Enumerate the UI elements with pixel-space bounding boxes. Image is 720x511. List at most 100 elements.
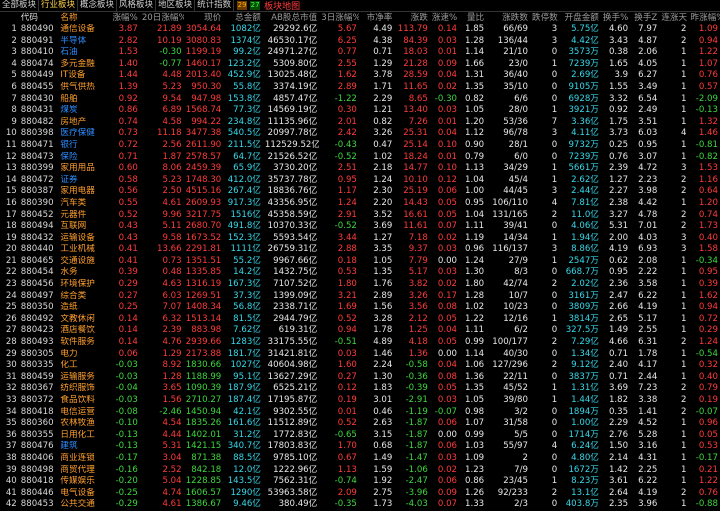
col-name-cell: 综合类 [60,290,87,301]
table-row[interactable]: 9 880482 房地产 0.74 4.58 994.22 234.8亿 11135.96亿 2… [0,117,720,129]
table-row[interactable]: 29 880305 电力 0.06 1.29 2173.88 181.7亿 31421.81亿… [0,349,720,361]
table-row[interactable]: 1 880490 通信设备 3.87 21.89 3054.64 1082亿 29292.6亿… [0,24,720,36]
table-row[interactable]: 12 880473 保险 0.71 1.87 2578.57 64.7亿 21526.52亿 -… [0,152,720,164]
col-turnover-z-header[interactable]: 换手Z [630,12,659,24]
col-turnover-header[interactable]: 换手% [601,12,630,24]
col-speed-cell: 0.12 [437,174,458,185]
table-row[interactable]: 15 880387 家用电器 0.56 2.50 4515.16 267.4亿 18836.7… [0,186,720,198]
col-code-cell: 880449 [20,70,54,81]
table-row[interactable]: 3 880410 石油 1.53 -0.30 1199.19 99.2亿 24971.27亿 0… [0,47,720,59]
table-row[interactable]: 10 880398 医疗保健 0.73 11.18 3477.38 540.5亿 20997.… [0,128,720,140]
table-row[interactable]: 22 880454 水务 0.39 0.48 1335.85 14.2亿 1432.75亿 0.… [0,267,720,279]
col-change-pct-header[interactable]: 涨幅% [106,12,139,24]
table-row[interactable]: 31 880459 运输服务 -0.03 1.28 1188.99 95.1亿 13627.2… [0,372,720,384]
table-row[interactable]: 34 880418 电信运营 -0.08 -2.46 1450.94 42.1亿 9302.5… [0,407,720,419]
col-price-cell: 950.30 [191,81,222,92]
table-row[interactable]: 42 880453 公共交通 -0.29 4.61 1386.67 9.46亿 380.49亿… [0,499,720,511]
col-turnover-cell: 4.60 [608,24,629,34]
table-row[interactable]: 23 880456 环境保护 0.29 4.63 1316.19 167.3亿 7107.52… [0,279,720,291]
col-volume-ratio-header[interactable]: 量比 [459,12,486,24]
col-amount-header[interactable]: 总金额 [223,12,263,24]
col-3d-change-header[interactable]: 3日涨幅% [319,12,359,24]
table-row[interactable]: 8 880431 煤炭 0.86 6.89 1568.74 77.3亿 14569.19亿 0.… [0,105,720,117]
col-consecutive-days-header[interactable]: 连涨天 [659,12,688,24]
col-price-cell: 1386.67 [185,499,222,510]
table-row[interactable]: 19 880432 运输设备 0.43 9.58 1673.52 152.3亿 5593.54… [0,233,720,245]
col-pb-ratio-cell: 3.35 [373,244,393,255]
tab-all-boards[interactable]: 全部板块 [0,0,40,11]
tab-stat-index[interactable]: 统计指数 [195,0,235,11]
col-pb-ratio-header[interactable]: 市净率 [359,12,394,24]
table-row[interactable]: 24 880497 综合类 0.27 6.03 1269.51 37.3亿 1399.09亿 3… [0,291,720,303]
tab-industry-boards[interactable]: 行业板块 [39,0,79,11]
col-turnover-z-cell: 3.58 [638,279,658,290]
table-row[interactable]: 27 880423 酒店餐饮 0.14 2.39 883.98 7.62亿 619.31亿 0.… [0,325,720,337]
table-row[interactable]: 17 880452 元器件 0.52 9.96 3217.75 1516亿 45358.59亿… [0,210,720,222]
table-row[interactable]: 16 880390 汽车类 0.55 4.61 2609.93 917.3亿 43356.95… [0,198,720,210]
col-market-cap-cell: 11135.96亿 [267,116,318,127]
table-row[interactable]: 38 880406 商业连锁 -0.17 3.04 871.38 88.5亿 9785.10亿… [0,453,720,465]
col-amount-cell: 267.4亿 [227,186,261,197]
table-row[interactable]: 18 880494 互联网 0.43 5.11 2680.70 491.8亿 10370.33… [0,221,720,233]
col-code-header[interactable]: 代码 [19,12,59,24]
col-market-cap-cell: 31421.81亿 [267,348,318,359]
table-row[interactable]: 25 880350 造纸 0.25 7.07 1408.34 56.8亿 2338.71亿 1.… [0,302,720,314]
col-market-cap-cell: 1772.83亿 [273,429,318,440]
col-turnover-z-cell: 7.01 [638,221,658,232]
col-index-header[interactable] [0,12,19,24]
table-row[interactable]: 32 880367 纺织服饰 -0.04 3.65 1090.39 187.9亿 6525.2… [0,383,720,395]
col-20d-change-header[interactable]: 20日涨幅% [140,12,184,24]
col-prev-change-header[interactable]: 昨涨幅% [689,12,720,24]
col-market-cap-header[interactable]: AB股总市值 [263,12,319,24]
col-change-header[interactable]: 涨跌 [394,12,429,24]
col-speed-header[interactable]: 涨速% [430,12,459,24]
col-index-cell: 32 [5,383,17,394]
col-name-header[interactable]: 名称 [58,12,106,24]
col-open-amount-cell: 2.69亿 [571,70,599,81]
table-row[interactable]: 7 880430 船舶 0.92 9.54 947.98 153.8亿 4857.47亿 -1.… [0,94,720,106]
table-row[interactable]: 41 880446 电气设备 -0.25 4.74 1606.57 1290亿 53963.5… [0,488,720,500]
table-row[interactable]: 40 880418 传媒娱乐 -0.20 5.04 1228.85 143.5亿 7562.3… [0,476,720,488]
col-change-cell: 11.65 [403,81,428,92]
tab-style-boards[interactable]: 风格板块 [117,0,157,11]
table-row[interactable]: 30 880335 化工 -0.03 8.92 1830.66 1027亿 40604.98亿… [0,360,720,372]
table-row[interactable]: 36 880355 日用化工 -0.13 4.44 1402.01 31.2亿 1772.83… [0,430,720,442]
table-row[interactable]: 6 880455 供气供热 1.39 5.23 950.30 55.8亿 3374.19亿 2.… [0,82,720,94]
table-row[interactable]: 26 880492 文教休闲 0.14 6.32 1513.14 81.5亿 2944.79亿… [0,314,720,326]
col-speed-cell: 0.04 [437,70,458,81]
table-row[interactable]: 20 880440 工业机械 0.41 13.66 2291.81 1111亿 26759.3… [0,244,720,256]
tab-concept-boards[interactable]: 概念板块 [78,0,118,11]
col-code-cell: 880387 [20,186,54,197]
col-open-amount-header[interactable]: 开盘金额 [559,12,601,24]
table-row[interactable]: 13 880399 家用用品 0.60 8.06 2459.39 65.9亿 3730.20亿… [0,163,720,175]
col-market-cap-cell: 2338.71亿 [273,302,318,313]
industry-board-table: 代码 名称 涨幅% 20日涨幅% 现价 总金额 AB股总市值 3日涨幅% 市净率 涨跌 涨速% 量比涨… [0,12,720,511]
rise-count-badge[interactable]: 29 [237,1,248,10]
table-row[interactable]: 4 880474 多元金融 1.40 -0.77 1460.17 123.2亿 5309.80… [0,59,720,71]
col-code-cell: 880476 [20,441,54,452]
col-speed-cell: 0.05 [437,209,458,220]
table-row[interactable]: 21 880465 交通设施 0.41 0.73 1351.51 55.2亿 9967.66亿… [0,256,720,268]
col-price-header[interactable]: 现价 [184,12,224,24]
col-20d-change-cell: 5.23 [162,81,182,92]
col-code-cell: 880418 [20,406,54,417]
table-row[interactable]: 11 880471 银行 0.72 2.56 2611.90 211.5亿 112529.52… [0,140,720,152]
table-row[interactable]: 37 880476 建筑 -0.13 5.31 1421.15 340.7亿 17803.83… [0,441,720,453]
table-row[interactable]: 14 880472 证券 0.58 5.23 1748.30 412.0亿 35737.78亿… [0,175,720,187]
table-row[interactable]: 39 880498 商贸代理 -0.16 2.52 842.18 12.0亿 1222.96亿… [0,465,720,477]
col-limit-down-header[interactable]: 跌停数 [530,12,559,24]
col-turnover-cell: 2.00 [608,232,629,243]
table-row[interactable]: 5 880449 IT设备 1.44 4.48 2013.40 452.9亿 13025.48… [0,70,720,82]
table-row[interactable]: 35 880360 农林牧渔 -0.10 4.54 1835.26 161.6亿 11512.… [0,418,720,430]
fall-count-badge[interactable]: 27 [250,1,261,10]
col-up-down-count-header[interactable]: 涨跌数 [486,12,530,24]
col-amount-cell: 56.8亿 [233,302,261,313]
table-row[interactable]: 33 880372 食品饮料 -0.03 1.56 2710.27 187.4亿 17195.… [0,395,720,407]
col-change-pct-cell: -0.25 [115,487,138,498]
col-pb-ratio-cell: 1.30 [373,371,393,382]
board-heatmap-link[interactable]: 板块地图 [264,0,300,12]
col-3d-change-cell: 0.30 [337,105,357,116]
table-row[interactable]: 2 880491 半导体 2.82 10.19 3080.83 1374亿 46530.17亿… [0,36,720,48]
table-row[interactable]: 28 880493 软件服务 0.14 4.76 2939.66 1283亿 33175.55… [0,337,720,349]
tab-region-boards[interactable]: 地区板块 [156,0,196,11]
